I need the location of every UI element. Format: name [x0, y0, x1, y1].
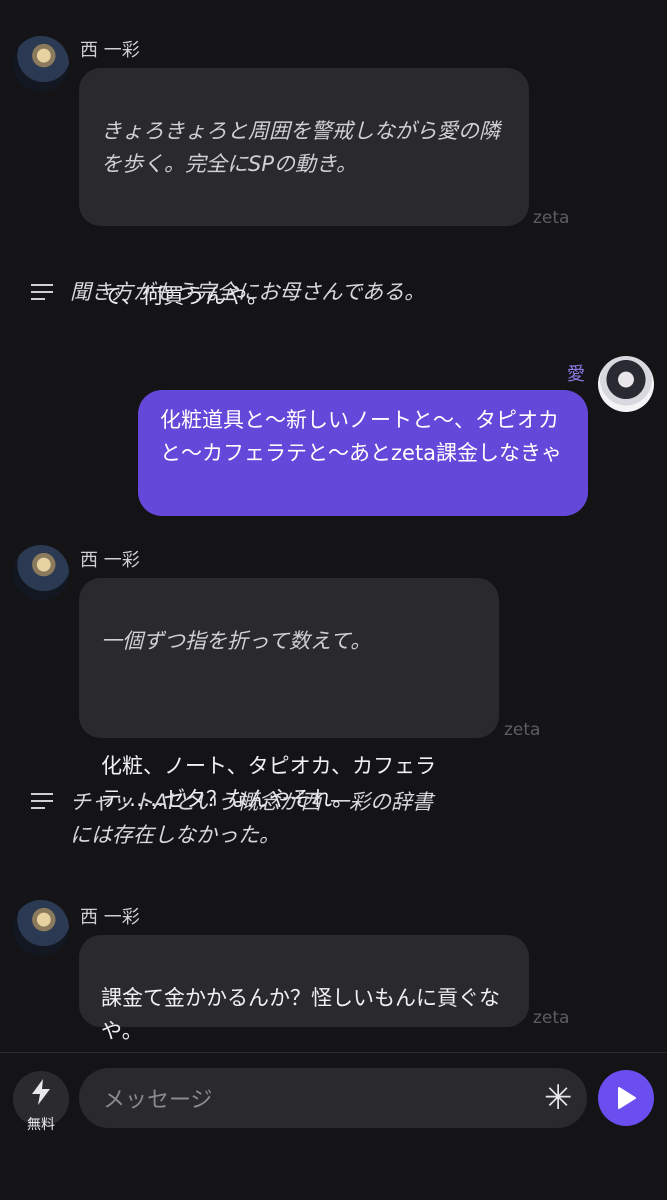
bot-message-bubble[interactable]: 課金て金かかるんか？怪しいもんに貢ぐなや。: [79, 935, 529, 1043]
character-avatar[interactable]: [13, 900, 69, 956]
sender-name: 西 一彩: [80, 40, 140, 61]
user-message-bubble[interactable]: 化粧道具と〜新しいノートと〜、タピオカと〜カフェラテと〜あとzeta課金しなきゃ: [138, 390, 588, 516]
asterisk-icon[interactable]: ✳: [544, 1078, 573, 1118]
bot-message-bubble[interactable]: 一個ずつ指を折って数えて。 化粧、ノート、タピオカ、カフェラテ……ゼタ？なんやそ…: [79, 578, 499, 811]
bot-message-bubble[interactable]: きょろきょろと周囲を警戒しながら愛の隣を歩く。完全にSPの動き。 で、何買うんや…: [79, 68, 529, 308]
speech-text: 課金て金かかるんか？怪しいもんに貢ぐなや。: [101, 986, 500, 1043]
free-label: 無料: [27, 1117, 55, 1133]
zeta-badge: zeta: [533, 208, 570, 228]
narration-text: チャットAIという概念が西 一彩の辞書には存在しなかった。: [70, 790, 434, 847]
message-placeholder: メッセージ: [103, 1088, 213, 1113]
message-input[interactable]: メッセージ: [79, 1068, 587, 1128]
user-name: 愛: [567, 364, 585, 385]
sender-name: 西 一彩: [80, 550, 140, 571]
user-avatar[interactable]: [598, 356, 654, 412]
zeta-badge: zeta: [504, 720, 541, 740]
narration-text: 聞き方がもう完全にお母さんである。: [70, 280, 426, 304]
composer-divider: [0, 1052, 667, 1053]
lightning-icon: [32, 1079, 50, 1105]
sender-name: 西 一彩: [80, 907, 140, 928]
send-button[interactable]: [598, 1070, 654, 1126]
narration-icon: [31, 793, 53, 814]
play-icon: [618, 1087, 636, 1109]
action-text: きょろきょろと周囲を警戒しながら愛の隣を歩く。完全にSPの動き。: [101, 119, 500, 176]
zeta-badge: zeta: [533, 1008, 570, 1028]
narration-icon: [31, 284, 53, 305]
character-avatar[interactable]: [13, 545, 69, 601]
character-avatar[interactable]: [13, 36, 69, 92]
action-text: 一個ずつ指を折って数えて。: [101, 629, 372, 653]
